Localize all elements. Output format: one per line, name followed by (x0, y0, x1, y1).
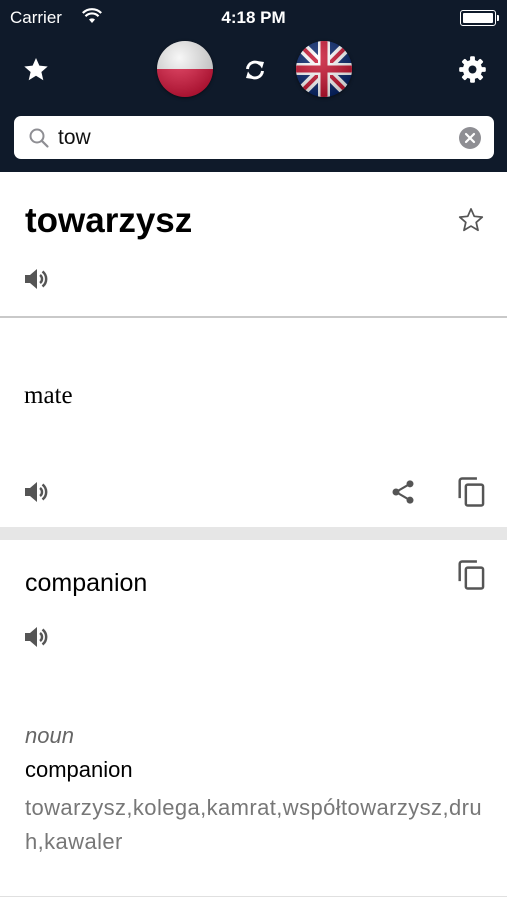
gear-icon (458, 55, 486, 83)
section-separator (0, 527, 507, 540)
play-translation-button[interactable] (23, 479, 51, 510)
copy-definition-button[interactable] (457, 559, 487, 596)
search-icon (28, 127, 50, 154)
speaker-icon (25, 627, 48, 647)
status-bar: Carrier 4:18 PM (0, 0, 507, 36)
star-outline-icon (458, 208, 484, 232)
play-word-button[interactable] (23, 266, 51, 297)
entry-word: towarzysz (25, 201, 193, 240)
poland-flag-icon (157, 41, 213, 97)
share-icon (392, 480, 414, 504)
star-icon (24, 57, 48, 80)
search-input[interactable] (58, 116, 438, 159)
settings-button[interactable] (456, 53, 488, 85)
copy-icon (458, 560, 485, 590)
uk-flag-icon (296, 41, 352, 97)
share-button[interactable] (389, 478, 417, 511)
add-favorite-button[interactable] (458, 207, 484, 238)
clear-search-button[interactable] (459, 127, 481, 149)
close-icon (464, 132, 476, 144)
speaker-icon (25, 482, 48, 502)
entry-divider (0, 316, 507, 318)
copy-translation-button[interactable] (457, 476, 487, 513)
search-bar (14, 116, 494, 159)
synonym-list: towarzysz,kolega,kamrat,współtowarzysz,d… (25, 795, 482, 854)
play-definition-button[interactable] (23, 624, 51, 655)
speaker-icon (25, 269, 48, 289)
definition-headword: companion (25, 569, 148, 597)
refresh-icon (246, 60, 264, 80)
definition-term: companion (25, 757, 133, 782)
battery-icon (460, 10, 499, 26)
target-language-flag[interactable] (296, 41, 352, 97)
app-header: Carrier 4:18 PM (0, 0, 507, 172)
bottom-divider (0, 896, 507, 897)
favorites-button[interactable] (20, 54, 52, 84)
status-time: 4:18 PM (221, 8, 286, 27)
translation-text: mate (24, 382, 73, 409)
source-language-flag[interactable] (157, 41, 213, 97)
copy-icon (458, 477, 485, 507)
part-of-speech: noun (25, 723, 74, 748)
swap-languages-button[interactable] (240, 56, 270, 84)
